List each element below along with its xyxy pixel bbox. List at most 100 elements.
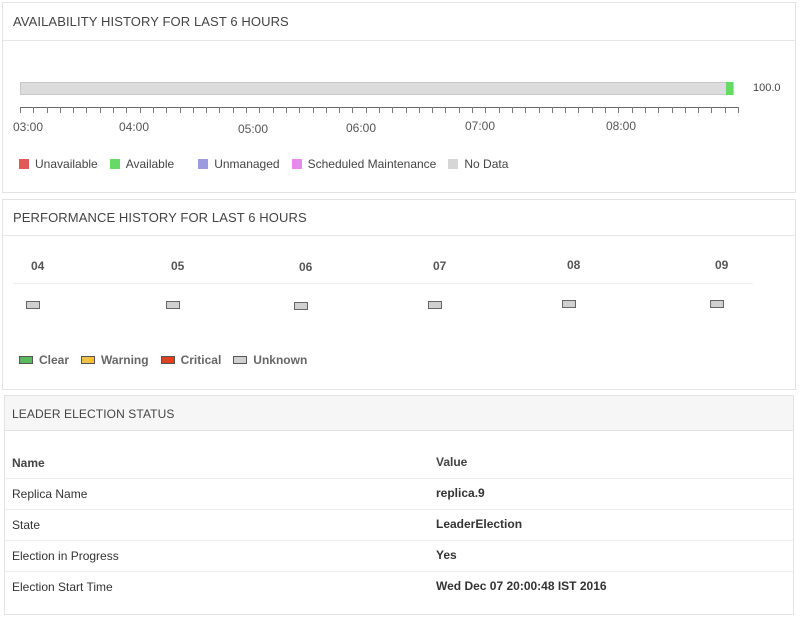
legend-item-available: Available xyxy=(109,157,175,171)
time-axis-tick xyxy=(20,107,21,113)
legend-swatch-clear xyxy=(19,356,33,364)
time-axis-tick xyxy=(193,107,194,113)
performance-legend: Clear Warning Critical Unknown xyxy=(19,353,319,367)
time-axis-tick xyxy=(605,107,606,113)
time-axis-tick xyxy=(313,107,314,113)
leader-election-header: LEADER ELECTION STATUS xyxy=(5,396,793,431)
table-row: Election in Progress Yes xyxy=(5,540,793,572)
time-axis-tick xyxy=(432,107,433,113)
time-label: 04:00 xyxy=(119,120,150,134)
legend-label: Unavailable xyxy=(35,157,98,171)
legend-item-unavailable: Unavailable xyxy=(19,157,98,171)
time-axis-tick xyxy=(578,107,579,113)
status-box-unknown[interactable] xyxy=(166,301,180,309)
time-label: 03:00 xyxy=(13,120,44,134)
time-axis-tick xyxy=(445,107,446,113)
time-axis-tick xyxy=(166,107,167,113)
time-axis-tick xyxy=(206,107,207,113)
hour-label: 06 xyxy=(299,260,313,274)
time-axis-tick xyxy=(632,107,633,113)
legend-swatch-unavailable xyxy=(19,159,29,169)
time-axis-tick xyxy=(339,107,340,113)
time-axis-tick xyxy=(286,107,287,113)
time-axis-tick xyxy=(698,107,699,113)
time-label: 08:00 xyxy=(606,119,637,133)
row-value: LeaderElection xyxy=(436,517,523,531)
time-axis-tick xyxy=(326,107,327,113)
time-axis-tick xyxy=(126,107,127,113)
time-axis-tick xyxy=(406,107,407,113)
performance-title: PERFORMANCE HISTORY FOR LAST 6 HOURS xyxy=(13,210,307,225)
row-value: Yes xyxy=(436,548,457,562)
time-axis-tick xyxy=(33,107,34,113)
legend-label: No Data xyxy=(464,157,509,171)
leader-election-panel: LEADER ELECTION STATUS Name Value Replic… xyxy=(4,395,794,615)
time-axis-tick xyxy=(366,107,367,113)
legend-swatch-unknown xyxy=(233,356,248,364)
legend-label: Clear xyxy=(39,353,70,367)
legend-label: Warning xyxy=(101,353,149,367)
time-axis-tick xyxy=(73,107,74,113)
row-name: Replica Name xyxy=(12,487,88,501)
time-axis-tick xyxy=(565,107,566,113)
legend-item-no-data: No Data xyxy=(448,157,508,171)
hour-label: 04 xyxy=(31,259,45,273)
availability-title: AVAILABILITY HISTORY FOR LAST 6 HOURS xyxy=(13,14,289,29)
row-name: State xyxy=(12,518,41,532)
status-box-unknown[interactable] xyxy=(710,300,724,308)
legend-item-warning: Warning xyxy=(81,353,149,367)
time-axis-tick xyxy=(233,107,234,113)
time-axis-tick xyxy=(379,107,380,113)
time-label: 06:00 xyxy=(346,121,377,135)
hour-label: 05 xyxy=(171,259,185,273)
legend-label: Unknown xyxy=(253,353,308,367)
time-axis-tick xyxy=(485,107,486,113)
legend-item-unknown: Unknown xyxy=(233,353,307,367)
status-box-unknown[interactable] xyxy=(294,302,308,310)
availability-panel: AVAILABILITY HISTORY FOR LAST 6 HOURS 10… xyxy=(2,2,796,193)
legend-swatch-scheduled-maintenance xyxy=(291,159,302,169)
column-header-value: Value xyxy=(436,455,468,469)
time-axis-tick xyxy=(738,107,739,113)
table-header-row: Name Value xyxy=(5,447,793,479)
column-header-name: Name xyxy=(12,456,45,470)
availability-value: 100.0 xyxy=(753,82,781,94)
hour-row-divider xyxy=(13,283,753,284)
legend-swatch-available xyxy=(109,159,120,169)
legend-swatch-warning xyxy=(81,356,96,364)
status-box-unknown[interactable] xyxy=(562,300,576,308)
time-axis-tick xyxy=(60,107,61,113)
time-axis-tick xyxy=(100,107,101,113)
time-axis-tick xyxy=(47,107,48,113)
time-axis-tick xyxy=(645,107,646,113)
legend-swatch-no-data xyxy=(448,159,459,169)
time-axis-tick xyxy=(658,107,659,113)
time-label: 05:00 xyxy=(238,122,269,136)
legend-item-critical: Critical xyxy=(160,353,222,367)
legend-label: Scheduled Maintenance xyxy=(307,157,437,171)
status-box-unknown[interactable] xyxy=(26,301,40,309)
table-row: State LeaderElection xyxy=(5,509,793,541)
time-axis-tick xyxy=(711,107,712,113)
row-name: Election in Progress xyxy=(12,549,119,563)
availability-bar-available-segment xyxy=(726,82,733,95)
table-row: Replica Name replica.9 xyxy=(5,478,793,510)
time-axis-tick xyxy=(618,107,619,113)
time-axis-tick xyxy=(180,107,181,113)
time-axis-tick xyxy=(352,107,353,113)
status-box-unknown[interactable] xyxy=(428,301,442,309)
legend-label: Unmanaged xyxy=(214,157,280,171)
row-value: replica.9 xyxy=(436,486,485,500)
legend-item-unmanaged: Unmanaged xyxy=(198,157,280,171)
legend-item-clear: Clear xyxy=(19,353,69,367)
time-axis-tick xyxy=(592,107,593,113)
row-name: Election Start Time xyxy=(12,580,113,594)
time-axis-tick xyxy=(512,107,513,113)
time-axis-tick xyxy=(86,107,87,113)
hour-label: 09 xyxy=(715,258,729,272)
availability-legend: Unavailable Available Unmanaged Schedule… xyxy=(19,157,520,171)
time-axis-tick xyxy=(273,107,274,113)
legend-label: Available xyxy=(125,157,175,171)
time-axis-tick xyxy=(685,107,686,113)
legend-label: Critical xyxy=(180,353,222,367)
